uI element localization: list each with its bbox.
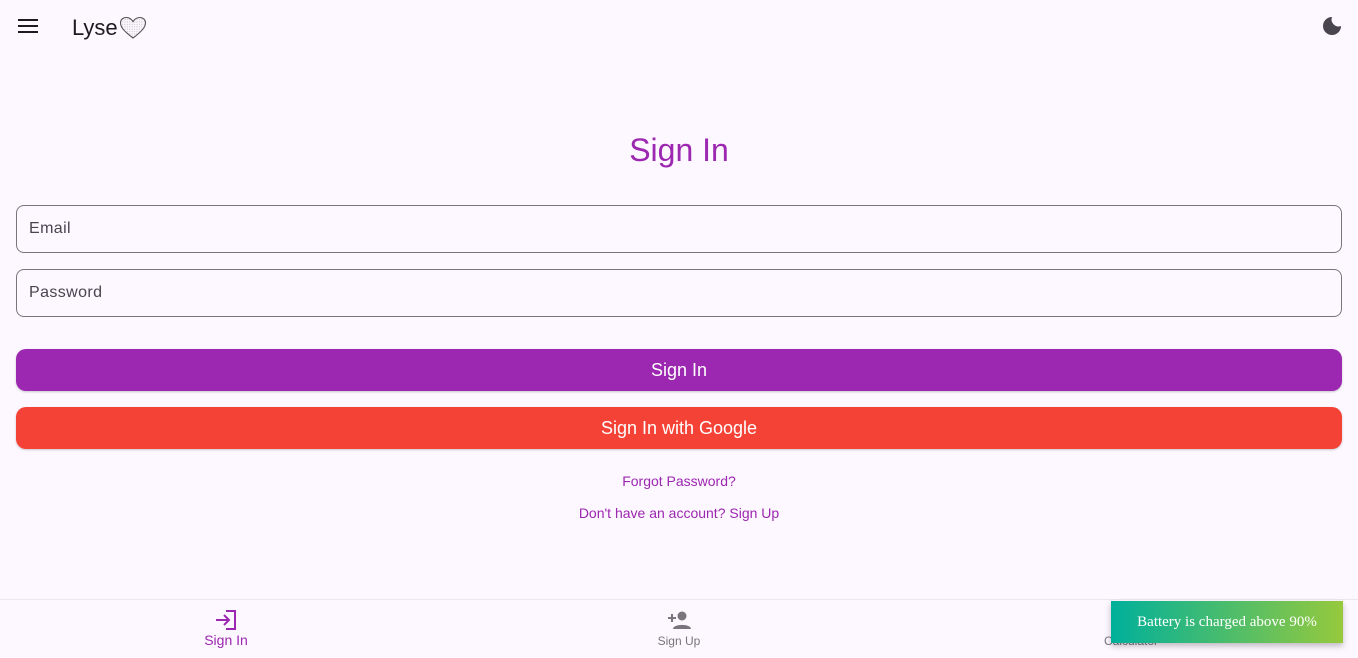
person-add-icon: [667, 609, 691, 631]
forgot-password-link[interactable]: Forgot Password?: [622, 473, 736, 489]
email-field[interactable]: [16, 205, 1342, 253]
toast-message: Battery is charged above 90%: [1137, 613, 1317, 630]
app-root: Lyse Sign In Email Sign In Sign In with …: [0, 0, 1358, 658]
sign-up-link[interactable]: Don't have an account? Sign Up: [579, 505, 779, 521]
login-icon: [215, 609, 237, 631]
top-app-bar: Lyse: [0, 0, 1358, 56]
dark-mode-moon-icon: [1322, 16, 1342, 41]
google-sign-in-button[interactable]: Sign In with Google: [16, 407, 1342, 449]
nav-label-sign-in: Sign In: [204, 632, 248, 648]
nav-item-sign-in[interactable]: Sign In: [0, 600, 452, 658]
nav-item-sign-up[interactable]: Sign Up: [453, 600, 905, 658]
theme-toggle-button[interactable]: [1314, 10, 1350, 46]
battery-toast: Battery is charged above 90%: [1111, 601, 1343, 643]
sign-in-button[interactable]: Sign In: [16, 349, 1342, 391]
page-title: Sign In: [629, 132, 729, 168]
email-input[interactable]: [17, 206, 1341, 252]
password-input[interactable]: [17, 270, 1341, 316]
menu-icon: [18, 18, 38, 38]
password-field[interactable]: [16, 269, 1342, 317]
forgot-password-row: Forgot Password?: [0, 471, 1358, 491]
sign-up-row: Don't have an account? Sign Up: [0, 503, 1358, 523]
app-title-text: Lyse: [72, 15, 118, 40]
heart-icon: [119, 16, 147, 40]
app-title: Lyse: [72, 14, 147, 42]
menu-button[interactable]: [8, 8, 48, 48]
nav-label-sign-up: Sign Up: [657, 634, 701, 648]
